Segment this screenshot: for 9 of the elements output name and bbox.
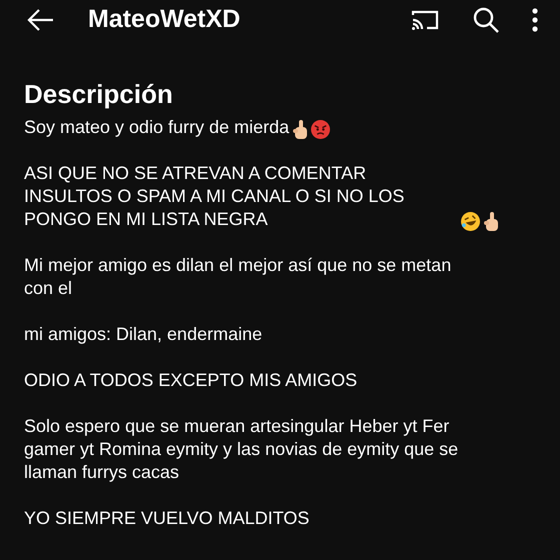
description-paragraph: ASI QUE NO SE ATREVAN A COMENTAR INSULTOS O SPAM A MI CANAL O SI NO LOS PONGO EN MI LISTA NEGRA: [24, 162, 406, 231]
description-paragraph: Mi mejor amigo es dilan el mejor así que no se metan con el: [24, 254, 452, 300]
description-paragraph: ODIO A TODOS EXCEPTO MIS AMIGOS: [24, 369, 358, 392]
description-heading: Descripción: [24, 78, 174, 111]
channel-title: MateoWetXD: [88, 4, 240, 36]
description-paragraph: Solo espero que se mueran artesingular Heber yt Fer gamer yt Romina eymity y las novias de eymity que se llaman furrys cacas: [24, 415, 460, 484]
description-paragraph: mi amigos: Dilan, endermaine: [24, 323, 262, 346]
description-paragraph: Soy mateo y odio furry de mierda: [24, 116, 290, 139]
description-paragraph: YO SIEMPRE VUELVO MALDITOS: [24, 507, 310, 530]
